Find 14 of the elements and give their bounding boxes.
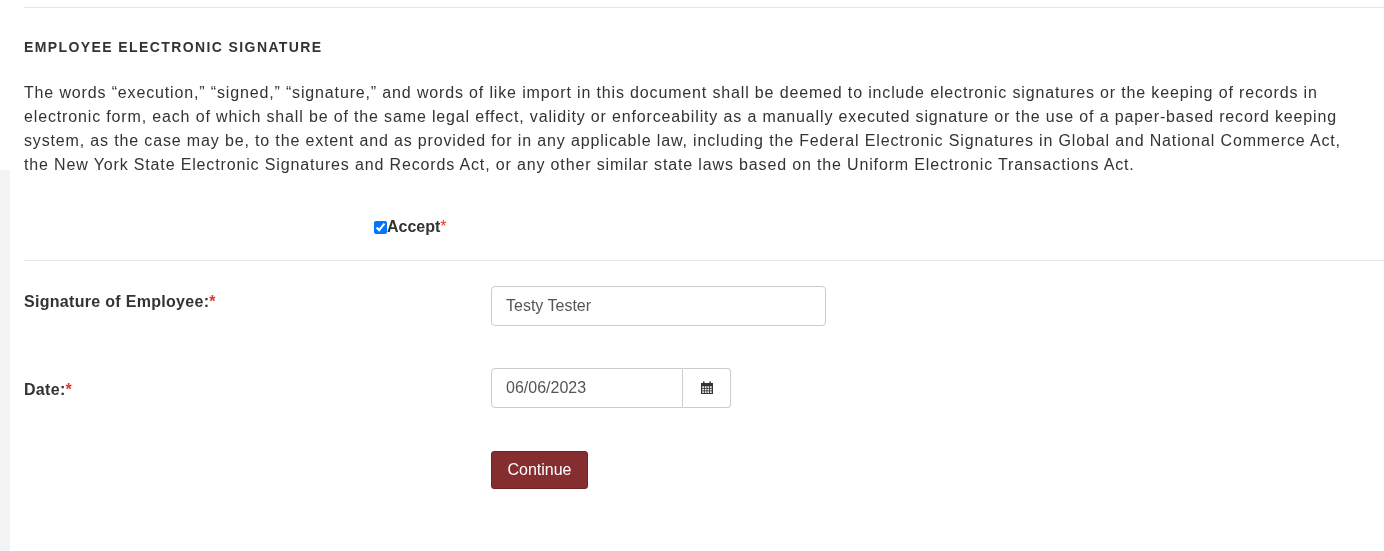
signature-field[interactable]: Testy Tester — [491, 286, 826, 326]
required-mark: * — [209, 293, 216, 310]
agreement-text: The words “execution,” “signed,” “signature,” and words of like import in this document shall be deemed to include electronic signatures or the keeping of records in electronic form, each of which shall be of the same legal effect, validity or enforceability as a manually executed signature or the use of a paper-based record keeping system, as the case may be, to the extent and as provided for in any applicable law, including the Federal Electronic Signatures in Global and National Commerce Act, the New York State Electronic Signatures and Records Act, or any other similar state laws based on the Uniform Electronic Transactions Act. — [24, 83, 1342, 175]
date-field[interactable]: 06/06/2023 — [491, 368, 683, 408]
required-mark: * — [440, 217, 447, 237]
accept-checkbox[interactable] — [374, 220, 387, 234]
continue-button[interactable]: Continue — [491, 451, 588, 489]
field-label: Date: — [24, 381, 66, 398]
accept-label: Accept — [387, 217, 441, 237]
calendar-button[interactable] — [683, 368, 731, 408]
field-label: Signature of Employee: — [24, 293, 210, 310]
calendar-icon — [699, 381, 714, 395]
required-mark: * — [65, 381, 73, 398]
section-title: EMPLOYEE ELECTRONIC SIGNATURE — [24, 38, 324, 57]
